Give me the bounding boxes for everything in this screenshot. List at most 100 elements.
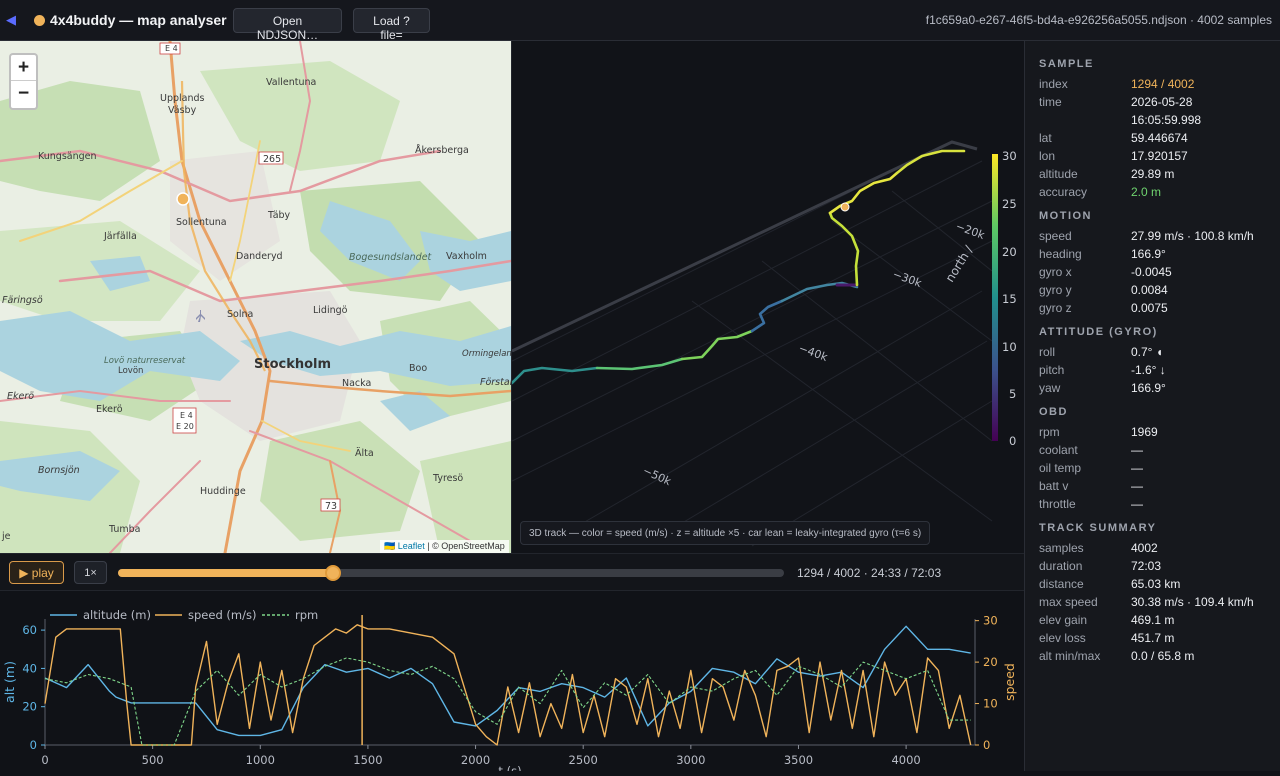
- map-label: Lovön: [118, 366, 143, 376]
- map-label: Väsby: [168, 105, 197, 116]
- field-label: time: [1039, 95, 1062, 109]
- open-ndjson-button[interactable]: Open NDJSON…: [233, 8, 342, 42]
- field-value: -0.0045: [1131, 265, 1172, 279]
- colorbar-tick: 0: [1009, 434, 1016, 448]
- section-heading-motion: MOTION: [1039, 210, 1092, 222]
- map-label: Danderyd: [236, 251, 283, 262]
- map-view[interactable]: E 4 Vallentuna Upplands Väsby Kungsängen…: [0, 41, 511, 553]
- play-button[interactable]: ▶ play: [9, 561, 64, 584]
- motion-row-gyro-x: gyro x -0.0045: [1039, 263, 1266, 281]
- series-line-rpm: [44, 657, 971, 746]
- info-panel: SAMPLE index 1294 / 4002 time 2026-05-28 16…: [1024, 41, 1280, 771]
- y-right-tick-label: 20: [983, 655, 998, 669]
- osm-attribution: | © OpenStreetMap: [427, 541, 505, 551]
- obd-row-throttle: throttle —: [1039, 495, 1266, 513]
- field-label: elev loss: [1039, 631, 1086, 645]
- y-left-tick-label: 60: [22, 623, 37, 637]
- map-label: Upplands: [160, 93, 205, 104]
- zoom-control: + −: [9, 53, 38, 110]
- play-button-label: play: [31, 566, 54, 580]
- summary-row-samples: samples 4002: [1039, 539, 1266, 557]
- map-tiles: E 4 Vallentuna Upplands Väsby Kungsängen…: [0, 41, 511, 553]
- file-info: f1c659a0-e267-46f5-bd4a-e926256a5055.ndj…: [925, 13, 1272, 27]
- map-label: Lidingö: [313, 305, 348, 316]
- summary-row-max-speed: max speed 30.38 m/s · 109.4 km/h: [1039, 593, 1266, 611]
- map-label: 265: [263, 154, 281, 165]
- north-tick: −50k: [641, 464, 674, 489]
- playback-status: 1294 / 4002 · 24:33 / 72:03: [797, 566, 942, 580]
- field-value: 30.38 m/s · 109.4 km/h: [1131, 595, 1254, 609]
- field-value: 451.7 m: [1131, 631, 1175, 645]
- map-label: Ekerö: [7, 391, 34, 402]
- timeline-slider[interactable]: [118, 565, 784, 581]
- field-label: heading: [1039, 247, 1082, 261]
- field-value: 29.89 m: [1131, 167, 1175, 181]
- motion-row-speed: speed 27.99 m/s · 100.8 km/h: [1039, 227, 1266, 245]
- x-axis-label: t (s): [498, 764, 521, 771]
- map-label: Nacka: [342, 378, 371, 389]
- field-label: accuracy: [1039, 185, 1088, 199]
- field-value: 4002: [1131, 541, 1158, 555]
- sample-row-time: time 2026-05-28 16:05:59.998: [1039, 93, 1266, 129]
- field-value: 0.0084: [1131, 283, 1168, 297]
- field-label: pitch: [1039, 363, 1065, 377]
- field-label: max speed: [1039, 595, 1098, 609]
- motion-row-heading: heading 166.9°: [1039, 245, 1266, 263]
- timeseries-chart[interactable]: 0 500 1000 1500 2000 2500 3000 3500 4000 0 20 40 60 0…: [0, 591, 1024, 776]
- map-label: Tumba: [108, 524, 141, 535]
- timeline-handle[interactable]: [325, 565, 342, 581]
- north-tick: −40k: [797, 342, 830, 365]
- field-value: -1.6° ↓: [1131, 363, 1166, 377]
- field-label: index: [1039, 77, 1068, 91]
- map-label: E 4: [165, 44, 178, 53]
- map-label: Färingsö: [2, 295, 43, 306]
- x-tick-label: 4000: [891, 753, 920, 767]
- car-position-marker: [840, 202, 850, 212]
- y-right-axis-label: speed: [1002, 663, 1017, 701]
- field-value: 27.99 m/s · 100.8 km/h: [1131, 229, 1254, 243]
- summary-row-duration: duration 72:03: [1039, 557, 1266, 575]
- colorbar-tick: 5: [1009, 387, 1016, 401]
- colorbar-tick: 25: [1002, 197, 1017, 211]
- leaflet-link[interactable]: Leaflet: [398, 541, 425, 551]
- x-tick-label: 3000: [676, 753, 705, 767]
- y-right-tick-label: 30: [983, 614, 998, 628]
- field-label: alt min/max: [1039, 649, 1101, 663]
- attitude-row-roll: roll 0.7° ◖: [1039, 343, 1266, 361]
- field-label: duration: [1039, 559, 1083, 573]
- x-tick-label: 1000: [246, 753, 275, 767]
- load-file-button[interactable]: Load ?file=: [353, 8, 430, 42]
- obd-row-rpm: rpm 1969: [1039, 423, 1266, 441]
- map-label: Vallentuna: [266, 77, 316, 88]
- arrow-left-icon[interactable]: ◀: [6, 12, 16, 28]
- x-tick-label: 1500: [353, 753, 382, 767]
- playback-speed-button[interactable]: 1×: [74, 561, 107, 584]
- map-label: je: [1, 531, 11, 542]
- series-line-speed: [44, 624, 972, 746]
- north-tick: −30k: [891, 268, 924, 291]
- zoom-out-button[interactable]: −: [11, 81, 36, 107]
- map-label: Bornsjön: [38, 465, 80, 476]
- x-tick-label: 500: [142, 753, 164, 767]
- play-triangle-icon: ▶: [19, 566, 29, 580]
- map-label: Solna: [227, 309, 253, 320]
- y-left-tick-label: 0: [30, 738, 37, 752]
- summary-row-elev-gain: elev gain 469.1 m: [1039, 611, 1266, 629]
- field-value: 166.9°: [1131, 381, 1166, 395]
- y-right-tick-label: 0: [983, 738, 990, 752]
- obd-row-coolant: coolant —: [1039, 441, 1266, 459]
- sample-row-accuracy: accuracy 2.0 m: [1039, 183, 1266, 201]
- x-tick-label: 2500: [569, 753, 598, 767]
- field-label: gyro x: [1039, 265, 1072, 279]
- section-heading-sample: SAMPLE: [1039, 58, 1094, 70]
- playback-bar: ▶ play 1× 1294 / 4002 · 24:33 / 72:03: [0, 553, 1024, 591]
- summary-row-elev-loss: elev loss 451.7 m: [1039, 629, 1266, 647]
- track-3d-view[interactable]: −20k −30k −40k −50k north / 30 25 20 15 …: [511, 41, 1024, 553]
- sample-row-lon: lon 17.920157: [1039, 147, 1266, 165]
- field-label: altitude: [1039, 167, 1078, 181]
- colorbar-tick: 10: [1002, 340, 1017, 354]
- field-value: 1969: [1131, 425, 1158, 439]
- field-label: roll: [1039, 345, 1056, 359]
- field-value: 59.446674: [1131, 131, 1188, 145]
- zoom-in-button[interactable]: +: [11, 55, 36, 81]
